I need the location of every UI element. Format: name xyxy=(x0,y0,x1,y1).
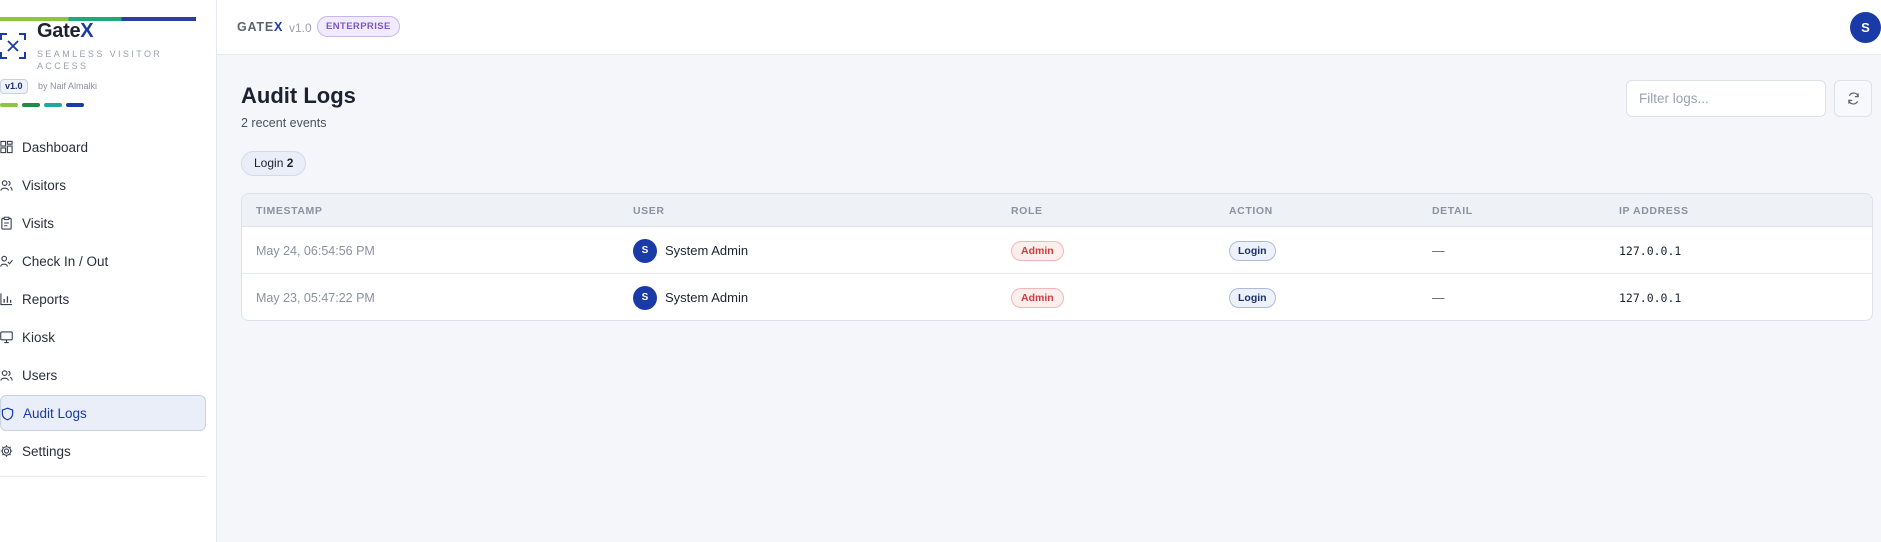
sidebar-item-settings[interactable]: Settings xyxy=(0,433,206,469)
sidebar-item-label: Settings xyxy=(22,443,71,459)
users-icon xyxy=(0,370,13,381)
user-avatar[interactable]: S xyxy=(1850,12,1881,43)
ip-address-cell: 127.0.0.1 xyxy=(1619,290,1682,305)
filter-logs-input[interactable] xyxy=(1626,80,1826,117)
audit-log-table: TIMESTAMP USER ROLE ACTION DETAIL IP ADD… xyxy=(241,193,1873,321)
detail-cell: — xyxy=(1432,290,1445,305)
refresh-button[interactable] xyxy=(1834,80,1872,117)
sidebar-item-label: Users xyxy=(22,367,58,383)
sidebar-item-dashboard[interactable]: Dashboard xyxy=(0,129,206,165)
gatex-logo-icon xyxy=(0,33,26,59)
sidebar-item-kiosk[interactable]: Kiosk xyxy=(0,319,206,355)
sidebar-item-label: Kiosk xyxy=(22,329,56,345)
shield-icon xyxy=(1,407,14,421)
brand-tagline: SEAMLESS VISITOR ACCESS xyxy=(37,49,163,71)
dashboard-icon xyxy=(0,140,13,154)
column-header-action[interactable]: ACTION xyxy=(1229,205,1273,217)
user-avatar-small: S xyxy=(633,238,657,263)
sidebar-item-label: Visits xyxy=(22,215,55,231)
sidebar-item-label: Visitors xyxy=(22,177,67,193)
column-header-ip-address[interactable]: IP ADDRESS xyxy=(1619,205,1689,217)
brand-name: GateX xyxy=(37,20,94,42)
users-icon xyxy=(0,180,13,191)
chip-count: 2 xyxy=(286,156,294,170)
detail-cell: — xyxy=(1432,243,1445,258)
table-row[interactable]: May 23, 05:47:22 PM S System Admin Admin … xyxy=(242,274,1872,320)
sidebar-item-label: Dashboard xyxy=(22,139,89,155)
action-badge: Login xyxy=(1229,287,1276,308)
column-header-detail[interactable]: DETAIL xyxy=(1432,205,1473,217)
page-title: Audit Logs xyxy=(241,83,356,108)
sidebar-item-label: Check In / Out xyxy=(22,253,109,269)
sidebar: GateX SEAMLESS VISITOR ACCESS v1.0 by Na… xyxy=(0,0,217,542)
user-cell: System Admin xyxy=(665,290,749,305)
sidebar-divider xyxy=(0,476,206,477)
column-header-role[interactable]: ROLE xyxy=(1011,205,1043,217)
filter-chip-login[interactable]: Login 2 xyxy=(241,151,307,176)
brand-color-dashes xyxy=(0,103,84,107)
sidebar-item-check-in-out[interactable]: Check In / Out xyxy=(0,243,206,279)
sidebar-item-visitors[interactable]: Visitors xyxy=(0,167,206,203)
bar-chart-icon xyxy=(0,293,13,306)
sidebar-item-visits[interactable]: Visits xyxy=(0,205,206,241)
timestamp-cell: May 23, 05:47:22 PM xyxy=(256,290,375,305)
column-header-user[interactable]: USER xyxy=(633,205,665,217)
sidebar-item-users[interactable]: Users xyxy=(0,357,206,393)
color-dash xyxy=(66,103,84,107)
role-badge: Admin xyxy=(1011,240,1064,261)
author-byline: by Naif Almalki xyxy=(38,81,98,91)
action-badge: Login xyxy=(1229,240,1276,261)
column-header-timestamp[interactable]: TIMESTAMP xyxy=(256,205,322,217)
top-bar: GATEX v1.0 ENTERPRISE S xyxy=(217,0,1881,55)
version-badge: v1.0 xyxy=(0,79,28,94)
enterprise-badge: ENTERPRISE xyxy=(317,16,400,37)
sidebar-item-label: Reports xyxy=(22,291,70,307)
color-dash xyxy=(0,103,18,107)
user-check-icon xyxy=(0,255,13,267)
refresh-icon xyxy=(1847,92,1859,105)
sidebar-nav: Dashboard Visitors Visits Check In / Out… xyxy=(0,129,206,471)
role-badge: Admin xyxy=(1011,287,1064,308)
table-header: TIMESTAMP USER ROLE ACTION DETAIL IP ADD… xyxy=(242,194,1872,227)
brand-accent-bar xyxy=(0,17,196,21)
topbar-version: v1.0 xyxy=(289,21,312,35)
user-avatar-small: S xyxy=(633,285,657,310)
chip-label: Login xyxy=(254,156,284,170)
timestamp-cell: May 24, 06:54:56 PM xyxy=(256,243,375,258)
color-dash xyxy=(44,103,62,107)
table-row[interactable]: May 24, 06:54:56 PM S System Admin Admin … xyxy=(242,227,1872,274)
sidebar-item-reports[interactable]: Reports xyxy=(0,281,206,317)
clipboard-icon xyxy=(1,216,12,230)
topbar-brand: GATEX xyxy=(237,20,284,34)
page-subtitle: 2 recent events xyxy=(241,116,327,130)
ip-address-cell: 127.0.0.1 xyxy=(1619,243,1682,258)
sidebar-item-audit-logs[interactable]: Audit Logs xyxy=(0,395,206,431)
sidebar-item-label: Audit Logs xyxy=(23,405,87,421)
monitor-icon xyxy=(0,331,13,344)
color-dash xyxy=(22,103,40,107)
user-cell: System Admin xyxy=(665,243,749,258)
gear-icon xyxy=(0,445,13,457)
